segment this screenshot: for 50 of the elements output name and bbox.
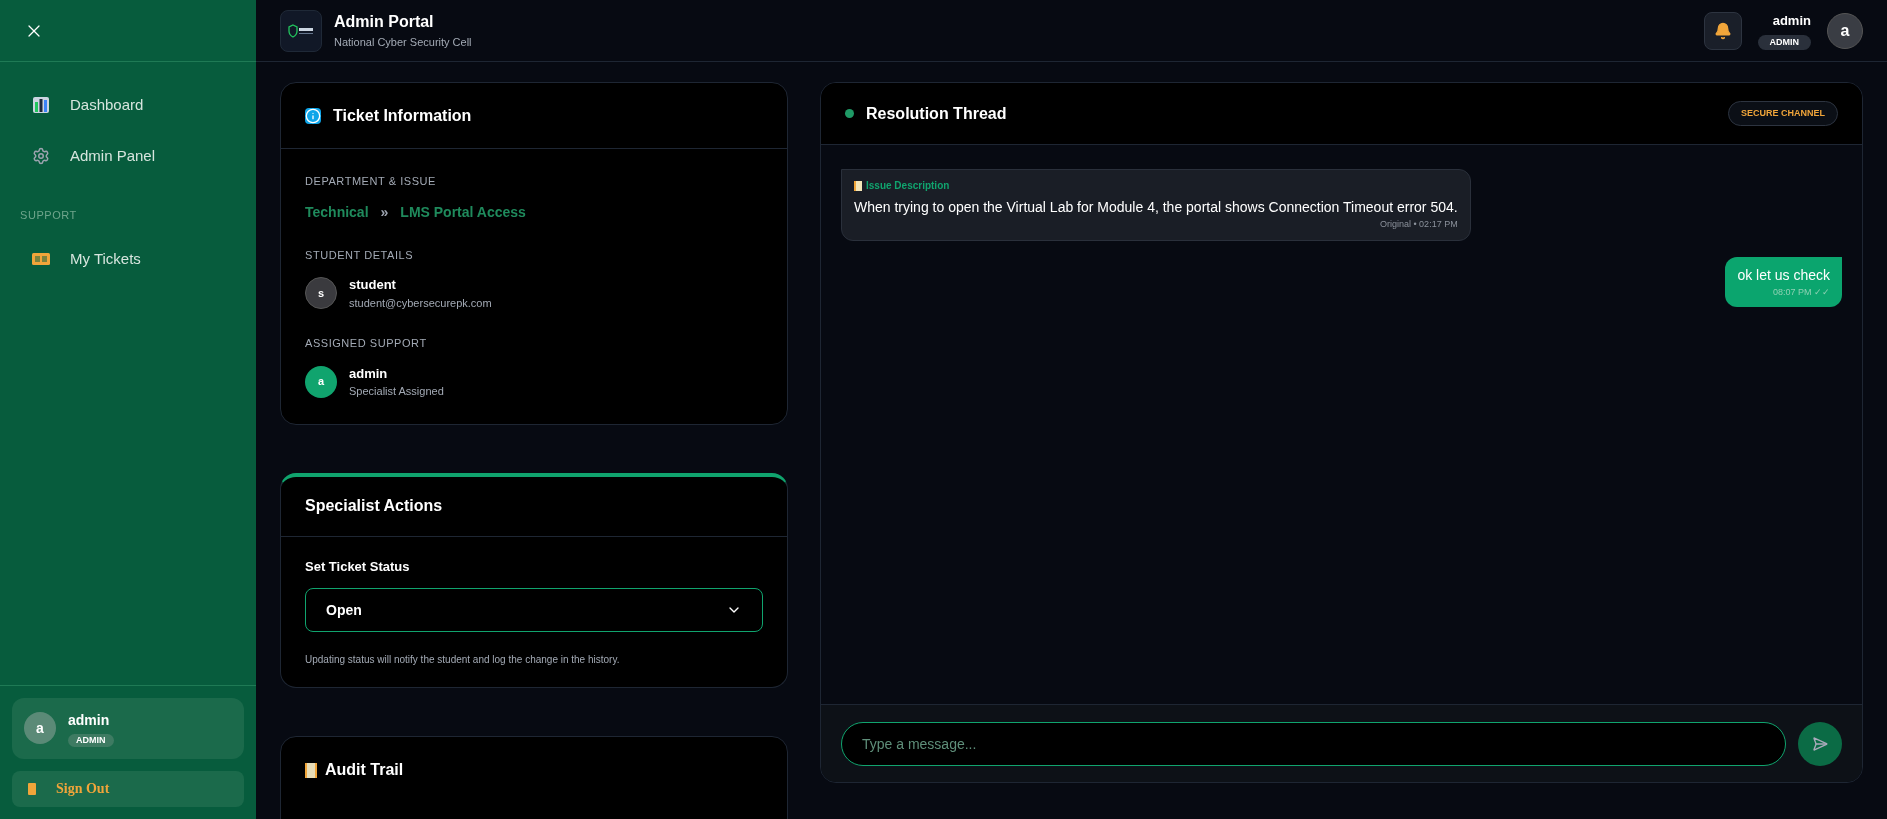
info-icon	[305, 107, 321, 124]
card-title: Ticket Information	[333, 105, 472, 126]
field-label: Set Ticket Status	[305, 557, 411, 576]
student-email: student@cybersecurepk.com	[349, 295, 492, 311]
bar-chart-icon	[32, 96, 50, 115]
nav-item[interactable]: Dashboard	[8, 82, 248, 129]
field-label: STUDENT DETAILS	[305, 247, 415, 263]
door-icon	[28, 783, 36, 795]
avatar: a	[305, 365, 337, 398]
message-text: When trying to open the Virtual Lab for Module 4, the portal shows Connection Timeout error 504.	[854, 198, 1458, 217]
message-meta: Original • 02:17 PM	[1379, 218, 1458, 231]
role-badge: ADMIN	[68, 733, 114, 747]
section-label: SUPPORT	[19, 208, 78, 223]
ticket-icon	[32, 252, 50, 265]
separator-text: »	[380, 202, 389, 222]
support-note: Specialist Assigned	[349, 384, 444, 399]
avatar[interactable]: a	[1827, 12, 1863, 49]
role-badge: ADMIN	[1757, 34, 1811, 50]
hint-text: Updating status will notify the student and log the change in the history.	[305, 653, 621, 667]
nav-item[interactable]: Admin Panel	[8, 132, 248, 179]
card-title: Audit Trail	[325, 760, 404, 780]
department-text: Technical	[305, 202, 369, 222]
user-name: admin	[68, 710, 111, 730]
avatar: s	[305, 277, 337, 309]
app-title: Admin Portal	[334, 12, 435, 33]
card-title: Specialist Actions	[305, 496, 443, 516]
student-name: student	[349, 276, 397, 294]
thread-title: Resolution Thread	[866, 103, 1007, 124]
field-label: ASSIGNED SUPPORT	[305, 336, 428, 351]
settings-icon	[32, 146, 50, 165]
notifications-button[interactable]	[1703, 11, 1742, 50]
message-input[interactable]: Type a message...	[841, 721, 1786, 766]
status-select[interactable]: Open	[305, 588, 763, 632]
field-label: DEPARTMENT & ISSUE	[305, 174, 437, 189]
send-icon	[1812, 735, 1828, 752]
note-icon	[854, 180, 862, 191]
logo-icon	[280, 9, 322, 52]
app-subtitle: National Cyber Security Cell	[334, 35, 472, 51]
message-meta: 08:07 PM ✓✓	[1772, 285, 1830, 299]
issue-text: LMS Portal Access	[400, 202, 526, 222]
nav-item[interactable]: My Tickets	[8, 235, 248, 282]
user-name: admin	[1772, 12, 1811, 30]
send-button[interactable]	[1798, 721, 1842, 766]
message-text: ok let us check	[1737, 265, 1830, 285]
secure-channel-badge: SECURE CHANNEL	[1728, 100, 1838, 127]
avatar: a	[24, 712, 56, 745]
scroll-icon	[305, 762, 317, 778]
bell-icon	[1713, 21, 1732, 40]
message-heading: Issue Description	[866, 179, 950, 193]
support-name: admin	[349, 364, 389, 383]
